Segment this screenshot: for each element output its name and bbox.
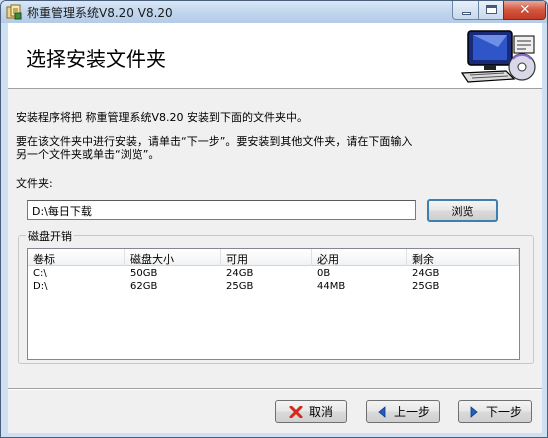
disk-list[interactable]: 卷标 磁盘大小 可用 必用 剩余 C:\ 50GB 24GB 0B 24GB D…: [27, 248, 520, 360]
table-row[interactable]: C:\ 50GB 24GB 0B 24GB: [28, 268, 519, 282]
back-button[interactable]: 上一步: [366, 400, 440, 423]
cell-volume: D:\: [33, 281, 48, 292]
cancel-x-icon: [289, 405, 303, 418]
cell-remaining: 25GB: [412, 281, 440, 292]
minimize-icon: [462, 12, 471, 15]
next-button-label: 下一步: [485, 405, 522, 419]
wizard-header: 选择安装文件夹: [8, 23, 542, 89]
disk-cost-group-label: 磁盘开销: [26, 228, 74, 244]
installer-window: 称重管理系统V8.20 V8.20 ✕ 选择安装文件夹 安装程序将把 称重管理系…: [0, 0, 548, 438]
folder-path-input[interactable]: D:\每日下载: [27, 200, 416, 220]
cell-volume: C:\: [33, 268, 47, 279]
table-row[interactable]: D:\ 62GB 25GB 44MB 25GB: [28, 281, 519, 295]
close-icon: ✕: [519, 2, 531, 18]
computer-install-icon: [460, 30, 536, 83]
column-header-required[interactable]: 必用: [312, 249, 407, 266]
column-header-remaining[interactable]: 剩余: [407, 249, 519, 266]
cell-remaining: 24GB: [412, 268, 440, 279]
next-button[interactable]: 下一步: [458, 400, 532, 423]
cancel-button[interactable]: 取消: [275, 400, 347, 423]
window-title: 称重管理系统V8.20 V8.20: [27, 6, 173, 20]
installer-app-icon: [6, 4, 22, 20]
maximize-button[interactable]: [478, 1, 504, 20]
arrow-left-icon: [378, 405, 386, 418]
cell-required: 0B: [317, 268, 331, 279]
column-header-volume[interactable]: 卷标: [28, 249, 125, 266]
wizard-body: 选择安装文件夹 安装程序将把 称重管理系统V8.20 安装到下面的文件夹中。 要…: [8, 23, 542, 433]
cell-required: 44MB: [317, 281, 346, 292]
disk-list-header: 卷标 磁盘大小 可用 必用 剩余: [28, 249, 519, 266]
folder-label: 文件夹:: [16, 177, 53, 190]
arrow-right-icon: [470, 405, 478, 418]
cell-available: 24GB: [226, 268, 254, 279]
cell-size: 62GB: [130, 281, 158, 292]
maximize-icon: [486, 5, 497, 14]
back-button-label: 上一步: [393, 405, 430, 419]
title-bar[interactable]: 称重管理系统V8.20 V8.20 ✕: [1, 1, 547, 23]
description-line-1: 安装程序将把 称重管理系统V8.20 安装到下面的文件夹中。: [16, 111, 309, 124]
footer-divider: [8, 388, 542, 390]
cell-size: 50GB: [130, 268, 158, 279]
cell-available: 25GB: [226, 281, 254, 292]
cancel-button-label: 取消: [308, 405, 333, 419]
browse-button[interactable]: 浏览: [427, 199, 498, 222]
minimize-button[interactable]: [452, 1, 479, 20]
column-header-size[interactable]: 磁盘大小: [125, 249, 221, 266]
column-header-available[interactable]: 可用: [221, 249, 312, 266]
close-button[interactable]: ✕: [503, 1, 546, 20]
browse-button-label: 浏览: [451, 204, 474, 218]
description-line-3: 另一个文件夹或单击“浏览”。: [16, 148, 160, 161]
page-title: 选择安装文件夹: [26, 47, 166, 71]
